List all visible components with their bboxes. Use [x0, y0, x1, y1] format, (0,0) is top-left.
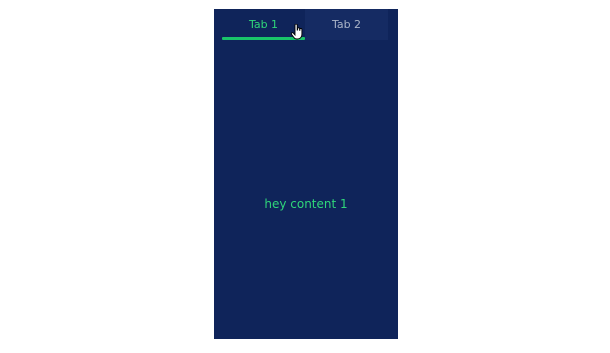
- tab-2[interactable]: Tab 2: [305, 9, 388, 40]
- tab-bar: Tab 1 Tab 2: [222, 9, 388, 40]
- tab-1-label: Tab 1: [248, 18, 279, 31]
- tab-2-label: Tab 2: [331, 18, 362, 31]
- tabs-panel: Tab 1 Tab 2 hey content 1: [214, 9, 398, 339]
- tab-content-text: hey content 1: [264, 196, 348, 211]
- page: Tab 1 Tab 2 hey content 1: [0, 0, 610, 353]
- hand-pointer-icon: [291, 24, 303, 40]
- tab-content: hey content 1: [214, 40, 398, 339]
